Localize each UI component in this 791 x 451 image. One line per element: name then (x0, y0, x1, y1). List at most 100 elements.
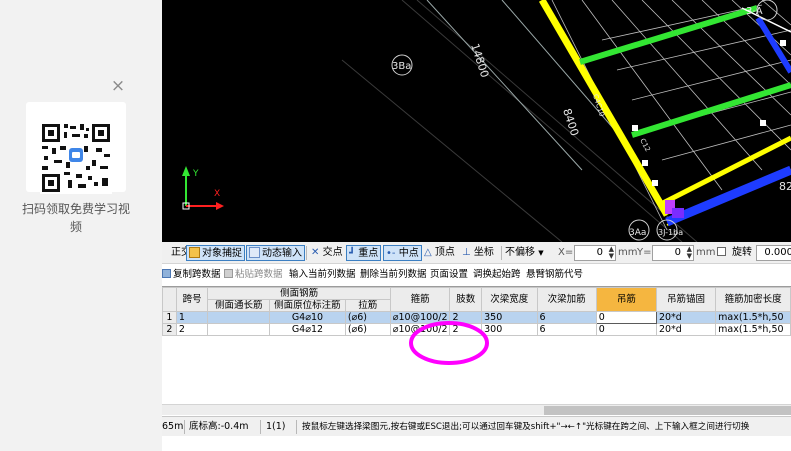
qr-code-card (26, 102, 126, 194)
cell-stirrup[interactable]: ⌀10@100/2 (389, 311, 451, 324)
header-tie[interactable]: 拉筋 (344, 299, 391, 312)
header-stirrup-dense-length[interactable]: 箍筋加密长度 (715, 287, 791, 312)
cell-side-origin[interactable]: G4⌀12 (269, 323, 346, 336)
copy-icon (162, 269, 171, 278)
cell-stirrup-dense-length[interactable]: max(1.5*h,50 (715, 323, 791, 336)
dynamic-input-icon (249, 247, 260, 258)
cell-hanger-anchor[interactable]: 20*d (655, 311, 717, 324)
status-hint: 按鼠标左键选择梁图元,按右键或ESC退出;可以通过回车键及shift+"→←↑"… (302, 422, 750, 432)
checkbox-icon[interactable] (717, 247, 726, 256)
app-window: 3Ba 14800 8400 C4C10 C12 3-A 3Aa 3J-1ba … (162, 0, 791, 451)
status-partial: 65m (162, 421, 184, 432)
y-input[interactable]: 0 ▲ ▼ (652, 245, 694, 261)
cell-tie[interactable]: (⌀6) (344, 311, 391, 324)
header-hanger-anchor[interactable]: 吊筋锚固 (655, 287, 717, 312)
cell-secondary-width[interactable]: 300 (481, 323, 538, 336)
spinner-icon[interactable]: ▲ ▼ (609, 246, 614, 260)
status-bottom-elevation: 底标高:-0.4m (189, 421, 249, 432)
header-span-no[interactable]: 跨号 (175, 287, 209, 312)
header-secondary-add[interactable]: 次梁加筋 (536, 287, 597, 312)
promo-panel: × 扫码领取免费学习视频 (0, 0, 162, 451)
input-column-button[interactable]: 输入当前列数据 (289, 269, 356, 281)
grid-label-3ba: 3Ba (392, 61, 411, 72)
paste-span-button[interactable]: 粘贴跨数据 (224, 269, 283, 281)
cell-span-no[interactable]: 2 (175, 323, 209, 336)
cell-legs[interactable]: 2 (449, 311, 483, 324)
midpoint-icon: •- (386, 248, 396, 259)
axis-y-label: Y (192, 169, 199, 179)
status-separator (184, 420, 185, 434)
page-setup-button[interactable]: 页面设置 (430, 269, 468, 281)
object-snap-toggle[interactable]: 对象捕捉 (186, 245, 245, 261)
bottom-padding (162, 436, 791, 451)
header-side-origin[interactable]: 侧面原位标注筋 (269, 299, 346, 312)
x-label: X= (558, 247, 574, 258)
spinner-icon[interactable]: ▲ ▼ (687, 246, 692, 260)
snap-toolbar: 正交 对象捕捉 动态输入 ✕ 交点 ┛ 重点 •- 中点 △ 顶点 ⊥ 坐标 不… (162, 242, 791, 264)
rotate-label: 旋转 (732, 247, 752, 258)
cantilever-code-button[interactable]: 悬臂钢筋代号 (526, 269, 583, 281)
cell-side-through[interactable] (207, 323, 271, 336)
scrollbar-thumb[interactable] (544, 406, 791, 415)
header-side-through[interactable]: 侧面通长筋 (207, 299, 271, 312)
table-commands: 复制跨数据 粘贴跨数据 输入当前列数据 删除当前列数据 页面设置 调换起始跨 悬… (162, 265, 791, 285)
rotate-input[interactable]: 0.000 (756, 245, 791, 261)
status-bar: 65m 底标高:-0.4m 1(1) 按鼠标左键选择梁图元,按右键或ESC退出;… (162, 416, 791, 436)
span-table: 跨号 侧面钢筋 箍筋 肢数 次梁宽度 次梁加筋 吊筋 吊筋锚固 箍筋加密长度 侧… (162, 286, 791, 404)
cell-legs[interactable]: 2 (449, 323, 483, 336)
toolbar-separator (306, 246, 307, 260)
cell-stirrup[interactable]: ⌀10@100/2 (389, 323, 451, 336)
copy-span-button[interactable]: 复制跨数据 (162, 269, 221, 281)
midpoint-snap[interactable]: •- 中点 (383, 245, 422, 261)
cell-secondary-add[interactable]: 6 (536, 323, 597, 336)
dynamic-input-toggle[interactable]: 动态输入 (246, 245, 305, 261)
intersection-snap[interactable]: ✕ 交点 (311, 245, 343, 261)
cell-side-origin[interactable]: G4⌀10 (269, 311, 346, 324)
x-input[interactable]: 0 ▲ ▼ (574, 245, 616, 261)
cell-secondary-width[interactable]: 350 (481, 311, 538, 324)
cell-hanger-editor[interactable]: 0 (595, 311, 657, 324)
grid-label-partial: 82 (779, 180, 791, 193)
swap-start-span-button[interactable]: 调换起始跨 (473, 269, 521, 281)
chevron-down-icon: ▼ (538, 249, 544, 257)
cell-hanger-anchor[interactable]: 20*d (655, 323, 717, 336)
coordinate-snap[interactable]: ⊥ 坐标 (462, 245, 494, 261)
status-separator (296, 420, 297, 434)
vertex-snap[interactable]: △ 顶点 (424, 245, 455, 261)
cell-stirrup-dense-length[interactable]: max(1.5*h,50 (715, 311, 791, 324)
grid-label-3a: 3-A (746, 6, 763, 17)
rotate-checkbox[interactable] (717, 245, 726, 261)
y-label: Y= (637, 247, 652, 258)
cell-tie[interactable]: (⌀6) (344, 323, 391, 336)
drawing-canvas[interactable]: 3Ba 14800 8400 C4C10 C12 3-A 3Aa 3J-1ba … (162, 0, 791, 242)
table-row[interactable]: 2 2 G4⌀12 (⌀6) ⌀10@100/2 2 300 6 0 20*d … (162, 323, 791, 336)
cell-span-no[interactable]: 1 (175, 311, 209, 324)
heavy-point-snap[interactable]: ┛ 重点 (346, 245, 382, 261)
row-number: 1 (162, 311, 177, 324)
header-corner (162, 287, 177, 312)
cell-hanger[interactable]: 0 (595, 323, 657, 336)
header-secondary-width[interactable]: 次梁宽度 (481, 287, 538, 312)
cell-side-through[interactable] (207, 311, 271, 324)
span-data-table: 跨号 侧面钢筋 箍筋 肢数 次梁宽度 次梁加筋 吊筋 吊筋锚固 箍筋加密长度 侧… (162, 287, 791, 336)
x-unit: mm (618, 247, 638, 258)
y-unit: mm (696, 247, 716, 258)
paste-icon (224, 269, 233, 278)
offset-dropdown[interactable]: 不偏移 ▼ (505, 245, 544, 261)
horizontal-scrollbar[interactable] (162, 404, 791, 415)
cell-secondary-add[interactable]: 6 (536, 311, 597, 324)
status-separator (260, 420, 261, 434)
coordinate-icon: ⊥ (462, 247, 471, 258)
header-legs[interactable]: 肢数 (449, 287, 483, 312)
delete-column-button[interactable]: 删除当前列数据 (360, 269, 427, 281)
table-row[interactable]: 1 1 G4⌀10 (⌀6) ⌀10@100/2 2 350 6 0 20*d … (162, 311, 791, 324)
header-stirrup[interactable]: 箍筋 (389, 287, 451, 312)
cad-drawing: 3Ba 14800 8400 C4C10 C12 3-A 3Aa 3J-1ba … (162, 0, 791, 242)
heavy-point-icon: ┛ (349, 248, 356, 259)
intersection-icon: ✕ (311, 247, 320, 258)
close-icon[interactable]: × (110, 78, 126, 95)
header-side-rebar-group: 侧面钢筋 (207, 287, 391, 300)
header-hanger[interactable]: 吊筋 (595, 287, 657, 312)
grid-label-bottom-1: 3Aa (629, 228, 646, 238)
vertex-icon: △ (424, 247, 432, 258)
